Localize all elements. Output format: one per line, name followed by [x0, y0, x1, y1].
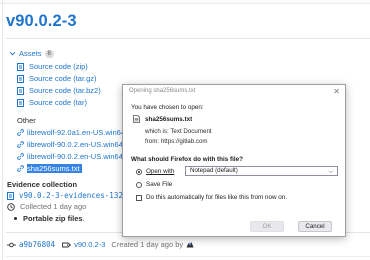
link-icon	[17, 153, 24, 160]
source-tarbz2-label: Source code (tar.bz2)	[29, 86, 101, 95]
source-zip-link[interactable]: Source code (zip)	[17, 62, 88, 71]
tag-link[interactable]: v90.0.2-3	[74, 240, 105, 249]
open-with-radio[interactable]: Open with	[136, 168, 174, 175]
file-icon	[17, 86, 24, 95]
dialog-question: What should Firefox do with this file?	[131, 156, 243, 163]
auto-action-label: Do this automatically for files like thi…	[146, 194, 288, 201]
ok-button[interactable]: OK	[250, 221, 284, 232]
source-tar-label: Source code (tar)	[29, 98, 87, 107]
source-targz-link[interactable]: Source code (tar.gz)	[17, 74, 97, 83]
save-file-label: Save File	[146, 181, 173, 188]
save-file-radio[interactable]: Save File	[136, 181, 172, 188]
asset-link-1-label: librewolf-92.0a1.en-US.win64-	[27, 128, 128, 137]
file-icon	[17, 74, 24, 83]
text-file-icon	[133, 115, 140, 123]
commit-link[interactable]: a9b76804	[19, 240, 55, 249]
release-footer: a9b76804 v90.0.2-3 Created 1 day ago by	[7, 240, 194, 249]
assets-count-badge: 8	[44, 49, 54, 58]
author-avatar[interactable]	[186, 241, 194, 249]
source-tar-link[interactable]: Source code (tar)	[17, 98, 87, 107]
asset-link-1[interactable]: librewolf-92.0a1.en-US.win64-	[17, 128, 127, 137]
chevron-down-icon	[9, 50, 16, 57]
collected-label: Collected 1 day ago	[20, 202, 87, 211]
open-with-app-select[interactable]: Notepad (default) ⌵	[185, 166, 338, 176]
file-icon	[17, 62, 24, 71]
asset-link-3[interactable]: librewolf-90.0.2.en-US.win64-	[17, 152, 125, 161]
dialog-filename: sha256sums.txt	[133, 115, 192, 123]
release-title[interactable]: v90.0.2-3	[6, 12, 77, 31]
link-icon	[17, 165, 24, 172]
bullet-dot	[14, 217, 17, 220]
asset-link-sha256-label: sha256sums.txt	[27, 164, 82, 173]
release-note-item: Portable zip files.	[14, 214, 85, 223]
open-with-app-value: Notepad (default)	[190, 167, 238, 174]
assets-toggle[interactable]: Assets 8	[9, 49, 54, 58]
file-icon	[17, 98, 24, 107]
bottom-divider	[6, 256, 370, 257]
dialog-filename-label: sha256sums.txt	[145, 115, 193, 123]
source-tarbz2-link[interactable]: Source code (tar.bz2)	[17, 86, 101, 95]
radio-selected-icon	[136, 168, 142, 175]
file-icon	[7, 191, 14, 200]
asset-link-2-label: librewolf-90.0.2.en-US.win64.z	[27, 140, 129, 149]
other-heading: Other	[17, 116, 36, 125]
evidence-heading: Evidence collection	[7, 180, 78, 189]
cancel-button[interactable]: Cancel	[298, 221, 332, 232]
asset-link-2[interactable]: librewolf-90.0.2.en-US.win64.z	[17, 140, 129, 149]
collected-status: Collected 1 day ago	[7, 202, 86, 211]
top-bar	[0, 0, 370, 4]
dialog-file-type: which is: Text Document	[145, 128, 212, 135]
dialog-titlebar[interactable]: Opening sha256sums.txt ✕	[123, 85, 345, 99]
dialog-title: Opening sha256sums.txt	[129, 88, 196, 94]
dialog-file-source: from: https://gitlab.com	[145, 138, 208, 145]
auto-action-checkbox[interactable]: Do this automatically for files like thi…	[136, 194, 287, 201]
asset-link-sha256[interactable]: sha256sums.txt	[17, 164, 82, 173]
left-border	[2, 0, 3, 260]
dialog-intro: You have chosen to open:	[131, 104, 204, 111]
open-with-label: Open with	[146, 168, 175, 175]
clock-icon	[7, 202, 15, 211]
created-label: Created 1 day ago by	[111, 240, 184, 249]
commit-icon	[7, 241, 16, 249]
checkbox-icon	[136, 194, 142, 201]
title-divider	[6, 38, 370, 39]
asset-link-3-label: librewolf-90.0.2.en-US.win64-	[27, 152, 126, 161]
chevron-down-icon: ⌵	[328, 169, 333, 175]
release-note-text: Portable zip files	[23, 214, 83, 223]
link-icon	[17, 129, 24, 136]
evidence-file-label: v90.0.2-3-evidences-132394	[19, 191, 137, 200]
radio-unselected-icon	[136, 181, 142, 188]
download-dialog: Opening sha256sums.txt ✕ You have chosen…	[122, 84, 346, 237]
close-icon[interactable]: ✕	[333, 87, 340, 96]
evidence-file-link[interactable]: v90.0.2-3-evidences-132394	[7, 191, 136, 200]
source-zip-label: Source code (zip)	[29, 62, 88, 71]
link-icon	[17, 141, 24, 148]
assets-label: Assets	[19, 49, 42, 58]
tag-icon	[62, 241, 72, 249]
source-targz-label: Source code (tar.gz)	[29, 74, 97, 83]
release-note-suffix: .	[82, 214, 85, 223]
